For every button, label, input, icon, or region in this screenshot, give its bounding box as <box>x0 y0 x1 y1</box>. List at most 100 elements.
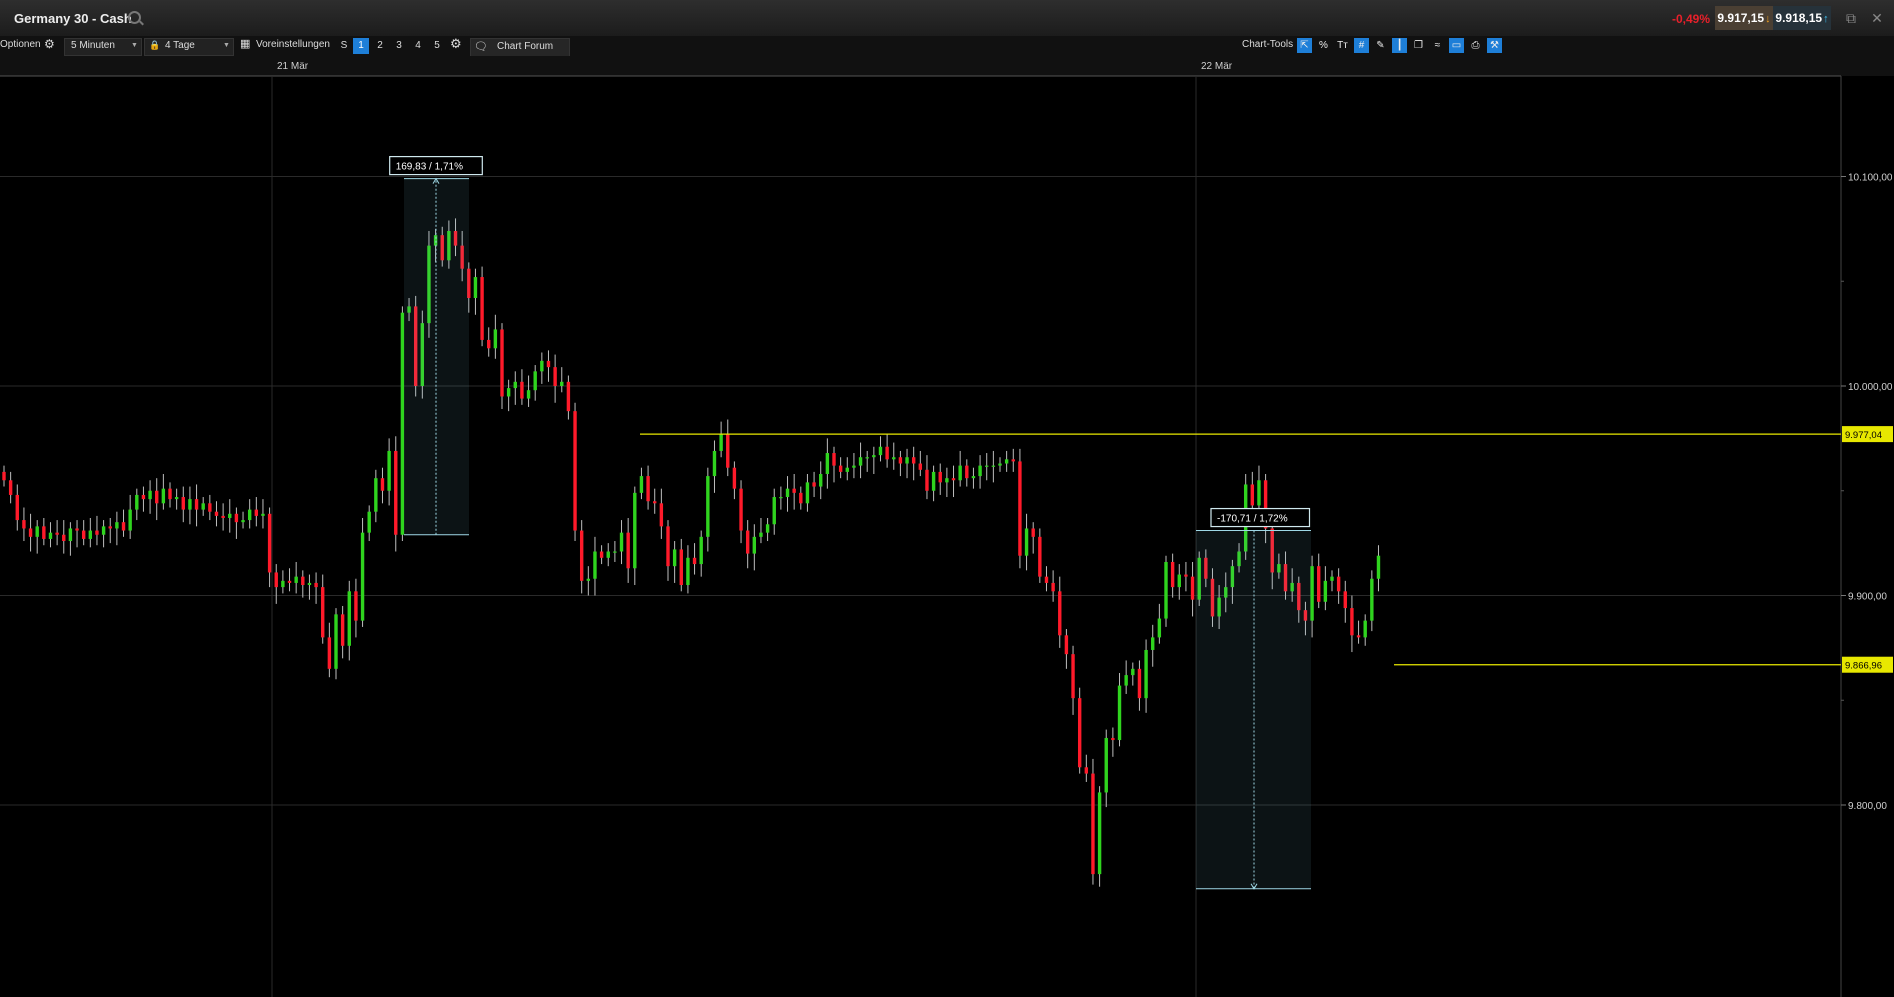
options-menu[interactable]: Optionen <box>0 39 41 50</box>
candle-icon[interactable]: ┃ <box>1392 38 1407 53</box>
candle-body <box>1330 577 1333 581</box>
display-icon[interactable]: ▭ <box>1449 38 1464 53</box>
candle-body <box>1324 581 1327 602</box>
print-icon[interactable]: ⎙ <box>1468 38 1483 53</box>
grid-icon[interactable]: # <box>1354 38 1369 53</box>
candle-body <box>812 482 815 486</box>
level-price-label-1: 9.866,96 <box>1845 661 1882 672</box>
candle-body <box>998 464 1001 466</box>
preset-gear-icon[interactable]: ⚙ <box>450 36 462 52</box>
settings-tool-icon[interactable]: ⚒ <box>1487 38 1502 53</box>
candle-body <box>852 466 855 468</box>
close-icon[interactable]: ✕ <box>1868 9 1886 27</box>
candle-body <box>932 472 935 491</box>
candle-body <box>248 510 251 520</box>
chart-toolbar: Optionen ⚙ 5 Minuten ▼ 🔒 4 Tage ▼ ▦ Vore… <box>0 36 1894 56</box>
candle-body <box>560 382 563 386</box>
preset-1[interactable]: 1 <box>353 38 369 54</box>
candle-body <box>726 434 729 468</box>
candle-body <box>806 482 809 503</box>
candle-body <box>1164 562 1167 619</box>
candle-body <box>401 313 404 535</box>
candle-body <box>235 514 238 522</box>
candle-body <box>1012 459 1015 461</box>
interval-value: 5 Minuten <box>71 40 115 51</box>
candle-body <box>514 382 517 388</box>
candle-body <box>22 520 25 528</box>
candle-body <box>1098 792 1101 874</box>
draw-tools-icon[interactable]: ✎ <box>1373 38 1388 53</box>
chart-area[interactable]: 21 Mär22 Mär10.100,0010.000,009.900,009.… <box>0 56 1894 997</box>
candle-body <box>646 476 649 501</box>
candle-body <box>334 614 337 668</box>
candle-body <box>620 533 623 552</box>
date-label-1: 22 Mär <box>1201 61 1233 72</box>
preset-s[interactable]: S <box>336 38 352 54</box>
calendar-icon[interactable]: ▦ <box>240 37 250 50</box>
y-tick-label-3: 9.800,00 <box>1848 801 1887 812</box>
preset-4[interactable]: 4 <box>410 38 426 54</box>
instrument-title: Germany 30 - Cash <box>14 11 132 26</box>
candle-body <box>879 447 882 455</box>
percent-icon[interactable]: % <box>1316 38 1331 53</box>
candle-body <box>361 533 364 621</box>
candle-body <box>255 510 258 516</box>
candle-body <box>155 491 158 504</box>
candle-body <box>115 522 118 528</box>
candle-body <box>1118 686 1121 740</box>
candle-body <box>1058 591 1061 635</box>
search-icon[interactable] <box>128 11 141 24</box>
sell-price-button[interactable]: 9.917,15↓ <box>1715 6 1773 30</box>
range-select[interactable]: 🔒 4 Tage ▼ <box>144 38 234 56</box>
preset-3[interactable]: 3 <box>391 38 407 54</box>
candle-body <box>1158 619 1161 638</box>
options-gear-icon[interactable]: ⚙ <box>44 37 55 51</box>
text-size-icon[interactable]: Tᴛ <box>1335 38 1350 53</box>
indicator-icon[interactable]: ≈ <box>1430 38 1445 53</box>
interval-select[interactable]: 5 Minuten ▼ <box>64 38 142 56</box>
preset-5[interactable]: 5 <box>429 38 445 54</box>
candle-body <box>580 531 583 581</box>
candle-body <box>925 470 928 491</box>
zoom-fit-icon[interactable]: ⇱ <box>1297 38 1312 53</box>
candle-body <box>75 528 78 530</box>
lock-icon: 🔒 <box>149 40 160 51</box>
candle-body <box>1251 484 1254 505</box>
candle-body <box>261 514 264 516</box>
candle-body <box>792 489 795 493</box>
chart-forum-button[interactable]: 🗨 Chart Forum <box>470 38 570 57</box>
candle-body <box>1257 480 1260 505</box>
candle-body <box>208 503 211 511</box>
candle-body <box>826 453 829 474</box>
candle-body <box>972 476 975 478</box>
candle-body <box>1344 591 1347 608</box>
measure-label-1: -170,71 / 1,72% <box>1217 514 1288 525</box>
preset-2[interactable]: 2 <box>372 38 388 54</box>
candle-body <box>839 466 842 472</box>
price-chart[interactable]: 21 Mär22 Mär10.100,0010.000,009.900,009.… <box>0 56 1894 997</box>
candle-body <box>1032 528 1035 536</box>
popout-icon[interactable]: ⧉ <box>1842 9 1860 27</box>
buy-price: 9.918,15 <box>1775 11 1822 25</box>
candle-body <box>1184 575 1187 577</box>
candle-body <box>241 520 244 522</box>
sell-arrow-icon: ↓ <box>1765 13 1771 25</box>
candle-body <box>175 497 178 499</box>
chart-tools-label: Chart-Tools <box>1242 39 1293 50</box>
candle-body <box>1317 566 1320 602</box>
y-tick-label-2: 9.900,00 <box>1848 592 1887 603</box>
candle-body <box>1085 767 1088 773</box>
candle-body <box>128 510 131 531</box>
candle-body <box>978 466 981 476</box>
presets-label[interactable]: Voreinstellungen <box>256 39 330 50</box>
candle-body <box>939 472 942 482</box>
candle-body <box>1191 577 1194 600</box>
candle-body <box>301 577 304 585</box>
candle-body <box>1091 774 1094 875</box>
candle-body <box>341 614 344 645</box>
candle-body <box>268 514 271 573</box>
candle-body <box>799 493 802 503</box>
candle-body <box>746 531 749 554</box>
buy-price-button[interactable]: 9.918,15↑ <box>1773 6 1831 30</box>
compare-icon[interactable]: ❐ <box>1411 38 1426 53</box>
